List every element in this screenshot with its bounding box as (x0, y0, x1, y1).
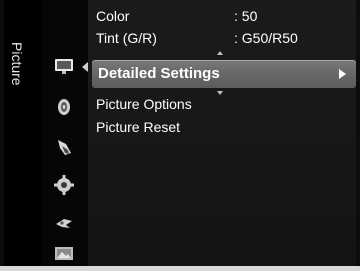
menu-item-value: : G50/R50 (234, 30, 298, 46)
menu-panel: Color : 50 Tint (G/R) : G50/R50 Detailed… (88, 0, 356, 266)
input-icon (56, 219, 72, 228)
section-label-strip: Picture (4, 0, 42, 266)
menu-item-label: Picture Reset (96, 119, 181, 135)
menu-item-color[interactable]: Color : 50 (88, 6, 356, 26)
gear-icon (54, 175, 74, 195)
menu-item-label: Picture Options (96, 96, 192, 112)
menu-item-label: Color (96, 8, 130, 24)
submenu-arrow-icon (339, 69, 346, 79)
category-icon-column (42, 0, 88, 266)
category-setup[interactable] (42, 166, 88, 204)
picture-icon (55, 59, 73, 74)
application-icon (55, 247, 73, 260)
menu-item-picture-reset[interactable]: Picture Reset (88, 117, 356, 137)
category-channel[interactable] (42, 128, 88, 166)
channel-icon (58, 140, 71, 155)
category-sound[interactable] (42, 88, 88, 126)
category-picture[interactable] (42, 48, 88, 86)
menu-item-detailed-settings[interactable]: Detailed Settings (92, 60, 356, 88)
sound-icon (58, 99, 70, 115)
menu-item-tint[interactable]: Tint (G/R) : G50/R50 (88, 28, 356, 48)
section-label: Picture (7, 42, 27, 102)
bottom-border (0, 266, 360, 271)
tv-menu-screen: Picture Color: 50 Tint (G/R): G50/R50 … (0, 0, 360, 271)
scroll-up-indicator (217, 51, 223, 55)
menu-item-label: Detailed Settings (98, 65, 220, 82)
menu-item-value: : 50 (234, 8, 258, 24)
section-label-text: Picture (9, 42, 25, 86)
menu-item-picture-options[interactable]: Picture Options (88, 94, 356, 114)
menu-item-label: Tint (G/R) (96, 30, 157, 46)
